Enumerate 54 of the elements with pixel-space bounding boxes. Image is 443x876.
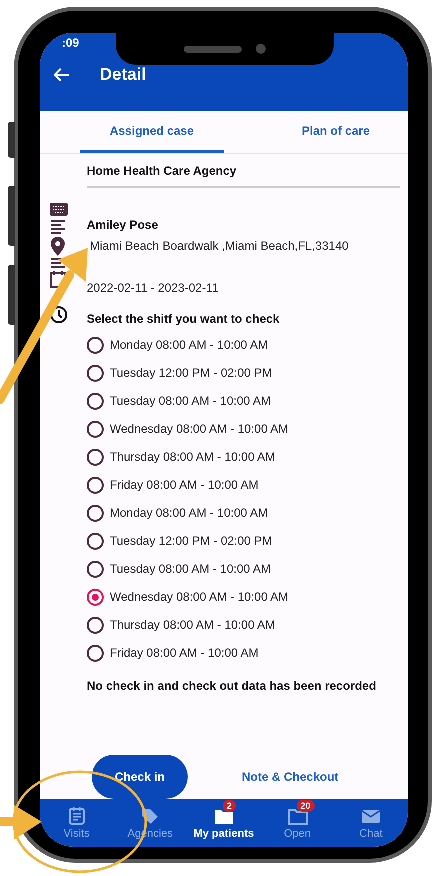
screen-title: Detail	[100, 65, 146, 85]
radio-button[interactable]	[87, 504, 104, 522]
radio-button[interactable]	[87, 616, 104, 634]
shift-label: Thursday 08:00 AM - 10:00 AM	[110, 450, 276, 464]
radio-button[interactable]	[87, 420, 104, 438]
location-pin-icon	[51, 237, 65, 256]
patient-name: Amiley Pose	[87, 218, 160, 232]
shift-label: Monday 08:00 AM - 10:00 AM	[110, 338, 268, 352]
radio-button[interactable]	[87, 644, 104, 662]
tab[interactable]: Plan of care	[264, 111, 408, 153]
radio-button[interactable]	[87, 588, 104, 606]
shift-label: Friday 08:00 AM - 10:00 AM	[110, 478, 259, 492]
shift-label: Wednesday 08:00 AM - 10:00 AM	[110, 422, 289, 436]
checkout-link[interactable]: Note & Checkout	[242, 770, 339, 784]
shift-label: Tuesday 12:00 PM - 02:00 PM	[110, 366, 272, 380]
radio-button[interactable]	[87, 392, 104, 410]
camera-dot	[256, 44, 266, 54]
nav-item[interactable]: 20 Open	[260, 799, 334, 847]
radio-button[interactable]	[87, 364, 104, 382]
date-range: 2022-02-11 - 2023-02-11	[87, 281, 220, 295]
calendar-icon	[66, 806, 87, 824]
shift-label: Tuesday 08:00 AM - 10:00 AM	[110, 394, 271, 408]
patient-address: Miami Beach Boardwalk ,Miami Beach,FL,33140	[89, 239, 350, 253]
text-lines-icon	[50, 220, 66, 234]
shift-label: Thursday 08:00 AM - 10:00 AM	[110, 618, 276, 632]
annotation-arrow	[0, 805, 42, 840]
shift-label: Monday 08:00 AM - 10:00 AM	[110, 506, 268, 520]
radio-button[interactable]	[87, 560, 104, 578]
calendar-icon	[50, 271, 66, 288]
keyboard-icon	[50, 203, 68, 216]
shift-label: Wednesday 08:00 AM - 10:00 AM	[110, 590, 289, 604]
nav-item[interactable]: 2 My patients	[187, 799, 261, 847]
count-badge: 2	[222, 800, 236, 812]
shift-label: Friday 08:00 AM - 10:00 AM	[110, 646, 259, 660]
radio-button[interactable]	[87, 532, 104, 550]
agency-name: Home Health Care Agency	[87, 163, 238, 178]
shift-label: Tuesday 12:00 PM - 02:00 PM	[110, 534, 272, 548]
nav-item[interactable]: Chat	[334, 799, 408, 847]
shift-prompt: Select the shitf you want to check	[87, 312, 281, 326]
status-time: :09	[62, 36, 80, 50]
text-lines-icon	[50, 258, 66, 268]
speaker-grille	[184, 46, 242, 52]
check-in-button[interactable]: Check in	[92, 755, 188, 799]
shift-label: Tuesday 08:00 AM - 10:00 AM	[110, 562, 271, 576]
nav-item[interactable]: Visits	[40, 799, 114, 847]
radio-button[interactable]	[87, 476, 104, 494]
notice-text: No check in and check out data has been recorded	[87, 679, 378, 693]
tag-icon	[140, 806, 160, 824]
clock-icon	[50, 306, 68, 324]
tab[interactable]: Assigned case	[80, 111, 224, 153]
radio-button[interactable]	[87, 336, 104, 354]
count-badge: 20	[296, 800, 315, 812]
radio-button[interactable]	[87, 448, 104, 466]
back-icon[interactable]	[54, 68, 70, 82]
